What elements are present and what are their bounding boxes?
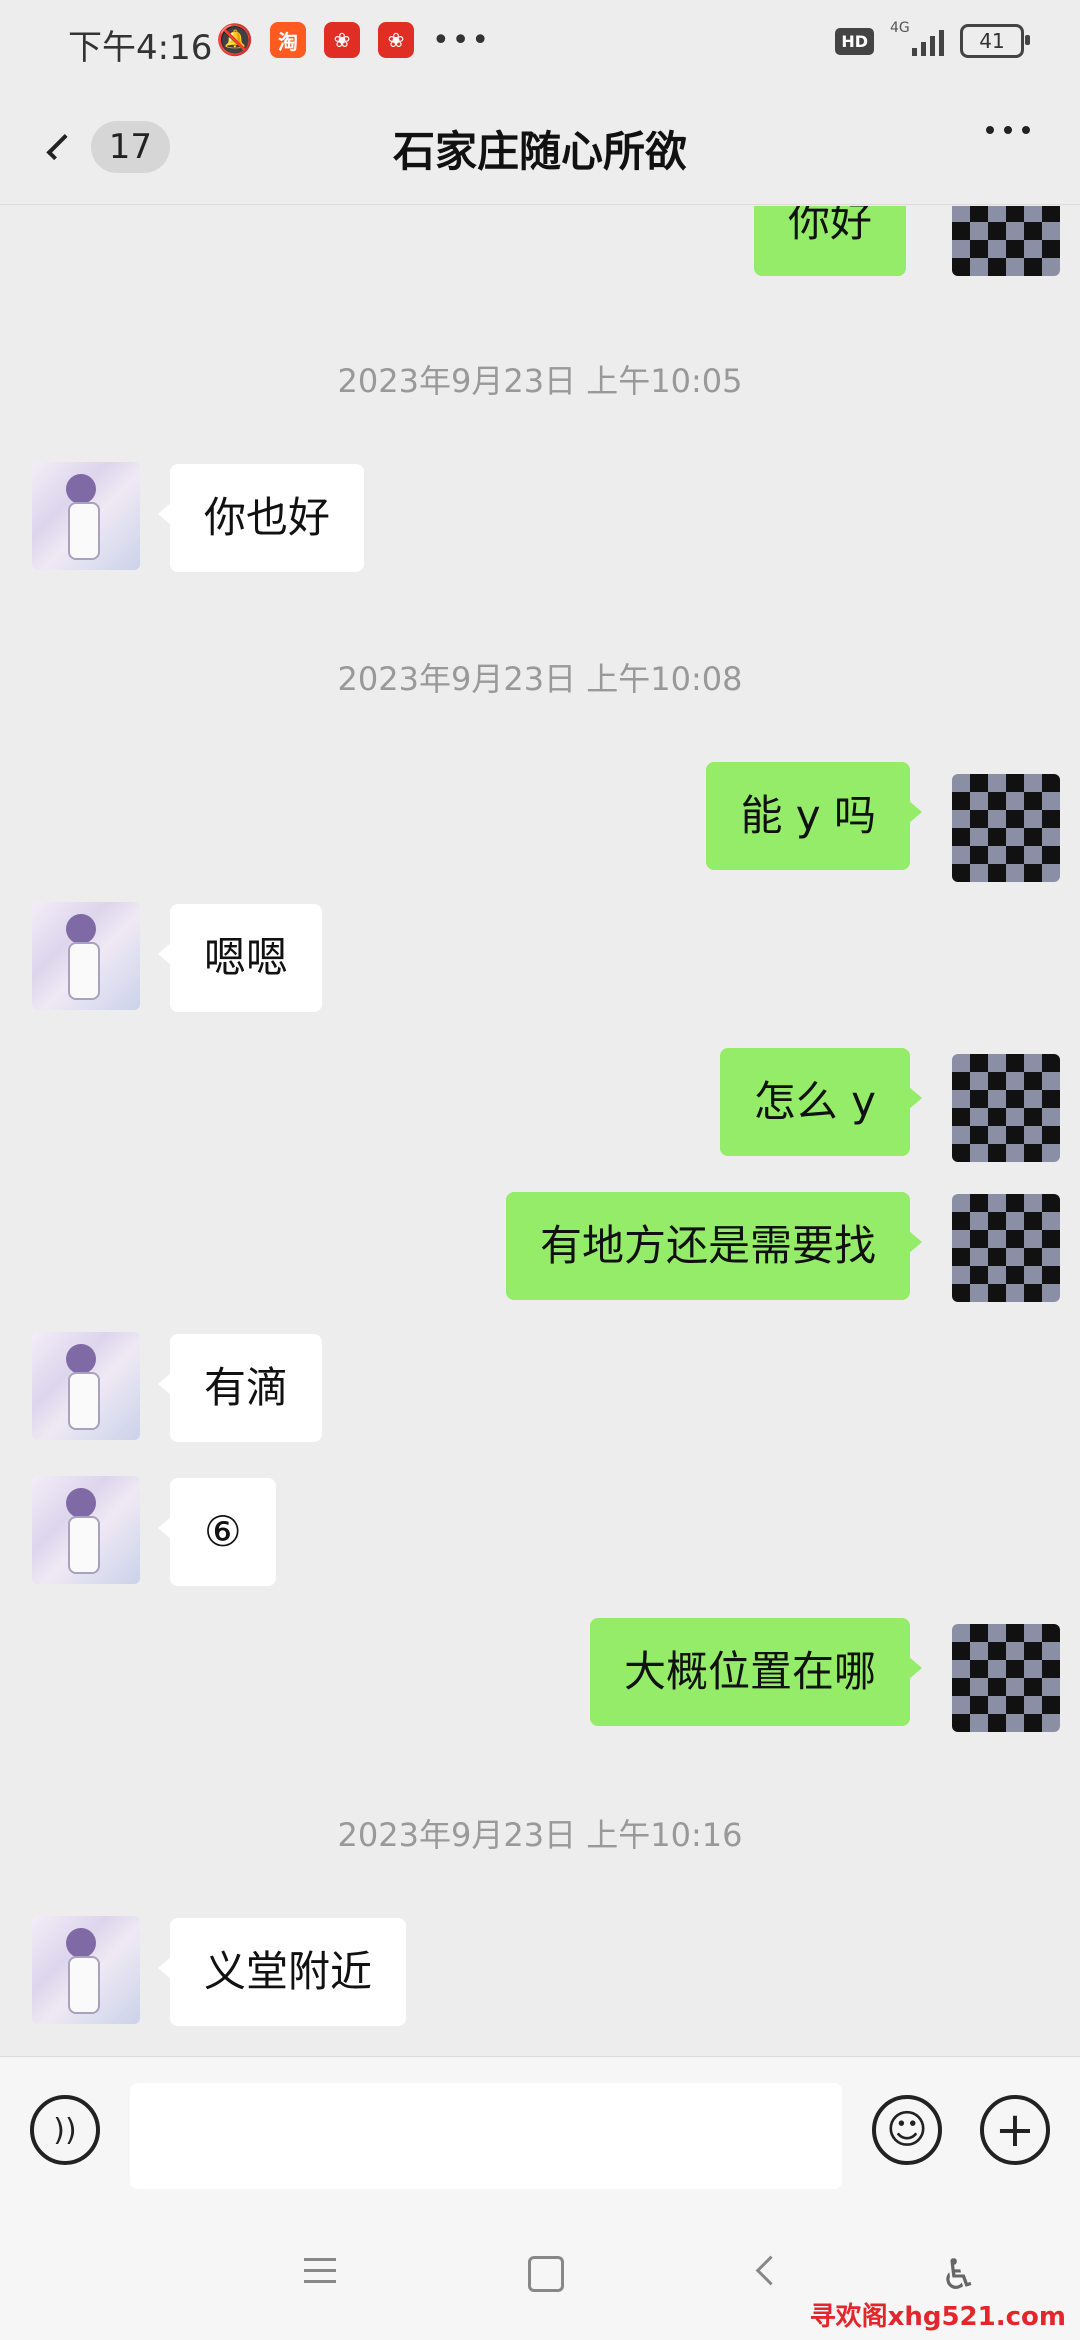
status-bar: 下午4:16 🔕 淘 ❀ ❀ ••• HD 4G 41 xyxy=(0,0,1080,92)
more-functions-button[interactable]: + xyxy=(980,2095,1050,2165)
contact-avatar[interactable] xyxy=(32,1332,140,1440)
self-avatar[interactable] xyxy=(952,774,1060,882)
emoji-icon: ☺ xyxy=(886,2107,928,2153)
taobao-app-icon: 淘 xyxy=(270,22,306,58)
pinduoduo-app-icon: ❀ xyxy=(324,22,360,58)
cellular-signal-icon: 4G xyxy=(890,20,944,56)
message-bubble-self[interactable]: 大概位置在哪 xyxy=(589,1618,923,1726)
message-bubble-other[interactable]: 有滴 xyxy=(157,1334,323,1442)
timestamp: 2023年9月23日 上午10:08 xyxy=(337,660,743,698)
message-bubble-other[interactable]: 你也好 xyxy=(157,464,365,572)
battery-level: 41 xyxy=(979,29,1005,53)
message-bubble-other[interactable]: 嗯嗯 xyxy=(157,904,323,1012)
hd-icon: HD xyxy=(835,27,874,55)
voice-icon: )) xyxy=(53,2112,77,2148)
input-bar: )) ☺ + xyxy=(0,2056,1080,2210)
message-bubble-other[interactable]: ⑥ xyxy=(158,1478,276,1586)
message-bubble-self[interactable]: 能 y 吗 xyxy=(706,762,922,870)
contact-avatar[interactable] xyxy=(32,1476,140,1584)
contact-avatar[interactable] xyxy=(32,462,140,570)
battery-icon: 41 xyxy=(960,24,1030,58)
contact-avatar[interactable] xyxy=(32,902,140,1010)
message-bubble-other[interactable]: 义堂附近 xyxy=(157,1918,407,2026)
emoji-button[interactable]: ☺ xyxy=(872,2095,942,2165)
pinduoduo-app-icon-2: ❀ xyxy=(378,22,414,58)
voice-input-button[interactable]: )) xyxy=(30,2095,100,2165)
notification-icons: 🔕 淘 ❀ ❀ ••• xyxy=(216,22,492,58)
self-avatar[interactable] xyxy=(952,1624,1060,1732)
message-input[interactable] xyxy=(130,2083,842,2189)
watermark: 寻欢阁xhg521.com xyxy=(809,2302,1066,2332)
more-options-button[interactable] xyxy=(986,126,1030,134)
self-avatar[interactable] xyxy=(952,1054,1060,1162)
message-bubble-self[interactable]: 怎么 y xyxy=(719,1048,923,1156)
more-notifications-icon: ••• xyxy=(432,22,492,58)
dot-icon xyxy=(986,126,994,134)
plus-icon: + xyxy=(994,2102,1036,2158)
timestamp: 2023年9月23日 上午10:05 xyxy=(337,362,743,400)
contact-avatar[interactable] xyxy=(32,1916,140,2024)
timestamp: 2023年9月23日 上午10:16 xyxy=(337,1816,743,1854)
dot-icon xyxy=(1004,126,1012,134)
accessibility-icon[interactable]: ♿ xyxy=(940,2250,978,2299)
self-avatar[interactable] xyxy=(952,1194,1060,1302)
recent-apps-button[interactable] xyxy=(304,2258,336,2283)
home-button[interactable] xyxy=(528,2256,564,2292)
mute-bell-icon: 🔕 xyxy=(216,22,254,58)
network-type: 4G xyxy=(890,20,910,36)
status-time: 下午4:16 xyxy=(68,28,213,68)
system-back-button[interactable] xyxy=(755,2255,786,2286)
message-bubble-self[interactable]: 有地方还是需要找 xyxy=(505,1192,923,1300)
chat-title: 石家庄随心所欲 xyxy=(392,127,687,176)
status-right: HD 4G 41 xyxy=(835,20,1030,58)
chat-header: 17 石家庄随心所欲 xyxy=(0,92,1080,205)
dot-icon xyxy=(1022,126,1030,134)
